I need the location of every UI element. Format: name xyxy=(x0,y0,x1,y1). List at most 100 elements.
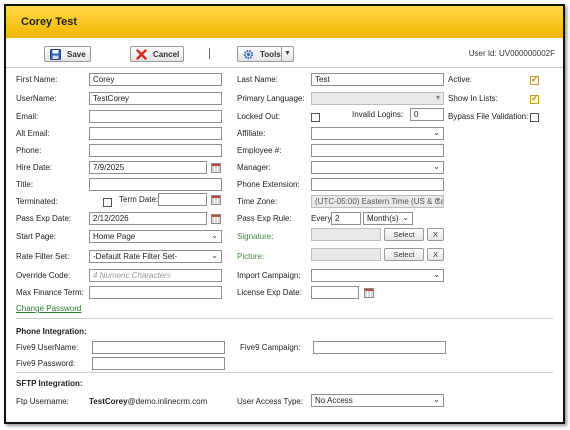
last-name-input[interactable]: Test xyxy=(311,73,444,86)
chevron-down-icon: ⌄ xyxy=(211,231,218,240)
show-in-lists-checkbox[interactable] xyxy=(530,93,539,104)
pass-exp-unit-select[interactable]: Month(s) ⌄ xyxy=(363,212,413,225)
five9-username-input[interactable] xyxy=(92,341,225,354)
show-in-lists-label: Show In Lists: xyxy=(448,94,498,103)
rate-filter-set-label: Rate Filter Set: xyxy=(16,252,70,261)
signature-select-button[interactable]: Select xyxy=(384,228,424,241)
calendar-icon[interactable] xyxy=(211,214,221,224)
last-name-label: Last Name: xyxy=(237,75,278,84)
affiliate-select[interactable]: ⌄ xyxy=(311,127,444,140)
alt-email-label: Alt Email: xyxy=(16,129,50,138)
import-campaign-label: Import Campaign: xyxy=(237,271,301,280)
affiliate-label: Affiliate: xyxy=(237,129,266,138)
override-code-input[interactable]: 4 Numeric Characters xyxy=(89,269,222,282)
calendar-icon[interactable] xyxy=(211,195,221,205)
five9-password-input[interactable] xyxy=(92,357,225,370)
chevron-down-icon[interactable]: ▼ xyxy=(281,47,293,61)
sftp-integration-heading: SFTP Integration: xyxy=(16,379,83,388)
picture-label: Picture: xyxy=(237,252,265,261)
signature-field xyxy=(311,228,381,241)
pass-exp-date-label: Pass Exp Date: xyxy=(16,214,72,223)
invalid-logins-input[interactable]: 0 xyxy=(410,108,444,121)
user-edit-window: Corey Test Save Cancel Tools ▼ User Id: … xyxy=(4,4,565,424)
signature-clear-button[interactable]: X xyxy=(427,228,444,241)
hire-date-input[interactable]: 7/9/2025 xyxy=(89,161,207,174)
user-id-text: User Id: UV000000002F xyxy=(468,49,555,58)
primary-language-label: Primary Language: xyxy=(237,94,305,103)
section-divider xyxy=(16,318,553,319)
rate-filter-set-select[interactable]: -Default Rate Filter Set- ⌄ xyxy=(89,250,222,263)
phone-extension-input[interactable] xyxy=(311,178,444,191)
cancel-button[interactable]: Cancel xyxy=(130,46,184,62)
phone-label: Phone: xyxy=(16,146,42,155)
max-finance-term-input[interactable] xyxy=(89,286,222,299)
toolbar-separator xyxy=(209,48,210,59)
chevron-down-icon: ⌄ xyxy=(433,128,440,137)
license-exp-date-label: License Exp Date: xyxy=(237,288,302,297)
title-input[interactable] xyxy=(89,178,222,191)
employee-number-input[interactable] xyxy=(311,144,444,157)
user-access-type-select[interactable]: No Access ⌄ xyxy=(311,394,444,407)
bypass-file-validation-checkbox[interactable] xyxy=(530,113,539,122)
change-password-link[interactable]: Change Password xyxy=(16,304,81,313)
five9-password-label: Five9 Password: xyxy=(16,359,76,368)
ftp-username-user: TestCorey xyxy=(89,397,128,406)
chevron-down-icon: ▾ xyxy=(435,93,440,102)
manager-select[interactable]: ⌄ xyxy=(311,161,444,174)
start-page-label: Start Page: xyxy=(16,232,57,241)
term-date-input[interactable] xyxy=(158,193,207,206)
user-access-type-value: No Access xyxy=(315,396,353,405)
license-exp-date-input[interactable] xyxy=(311,286,359,299)
five9-campaign-label: Five9 Campaign: xyxy=(240,343,301,352)
ftp-username-value: TestCorey@demo.inlinecrm.com xyxy=(89,397,207,406)
manager-label: Manager: xyxy=(237,163,271,172)
chevron-down-icon: ⌄ xyxy=(433,162,440,171)
section-divider xyxy=(16,372,553,373)
first-name-label: First Name: xyxy=(16,75,58,84)
user-access-type-label: User Access Type: xyxy=(237,397,304,406)
active-label: Active: xyxy=(448,75,473,84)
chevron-down-icon: ▾ xyxy=(435,196,440,205)
invalid-logins-label: Invalid Logins: xyxy=(352,110,404,119)
phone-input[interactable] xyxy=(89,144,222,157)
phone-extension-label: Phone Extension: xyxy=(237,180,300,189)
first-name-input[interactable]: Corey xyxy=(89,73,222,86)
ftp-username-domain: @demo.inlinecrm.com xyxy=(127,397,208,406)
chevron-down-icon: ⌄ xyxy=(402,213,409,222)
red-x-icon xyxy=(136,48,147,60)
username-label: UserName: xyxy=(16,94,57,103)
picture-select-button[interactable]: Select xyxy=(384,248,424,261)
time-zone-select[interactable]: (UTC-05:00) Eastern Time (US & Canada) ▾ xyxy=(311,195,444,208)
signature-label: Signature: xyxy=(237,232,274,241)
terminated-checkbox[interactable] xyxy=(103,198,112,207)
username-input[interactable]: TestCorey xyxy=(89,92,222,105)
gear-icon xyxy=(243,49,254,59)
window-title: Corey Test xyxy=(21,16,78,28)
save-button[interactable]: Save xyxy=(44,46,91,62)
pass-exp-date-input[interactable]: 2/12/2026 xyxy=(89,212,207,225)
tools-button[interactable]: Tools ▼ xyxy=(237,46,294,62)
calendar-icon[interactable] xyxy=(364,288,374,298)
time-zone-label: Time Zone: xyxy=(237,197,278,206)
pass-exp-rule-label: Pass Exp Rule: xyxy=(237,214,292,223)
ftp-username-label: Ftp Username: xyxy=(16,397,69,406)
active-checkbox[interactable] xyxy=(530,74,539,85)
pass-exp-number-input[interactable]: 2 xyxy=(331,212,361,225)
title-label: Title: xyxy=(16,180,34,189)
primary-language-select[interactable]: ▾ xyxy=(311,92,444,105)
cancel-label: Cancel xyxy=(153,49,180,59)
max-finance-term-label: Max Finance Term: xyxy=(16,288,84,297)
pass-exp-every-label: Every xyxy=(311,214,332,223)
start-page-select[interactable]: Home Page ⌄ xyxy=(89,230,222,243)
time-zone-value: (UTC-05:00) Eastern Time (US & Canada) xyxy=(315,197,443,206)
import-campaign-select[interactable]: ⌄ xyxy=(311,269,444,282)
floppy-disk-icon xyxy=(50,48,61,60)
locked-out-checkbox[interactable] xyxy=(311,113,320,122)
five9-campaign-input[interactable] xyxy=(313,341,446,354)
start-page-value: Home Page xyxy=(93,232,136,241)
email-input[interactable] xyxy=(89,110,222,123)
picture-clear-button[interactable]: X xyxy=(427,248,444,261)
alt-email-input[interactable] xyxy=(89,127,222,140)
calendar-icon[interactable] xyxy=(211,163,221,173)
terminated-label: Terminated: xyxy=(16,197,58,206)
